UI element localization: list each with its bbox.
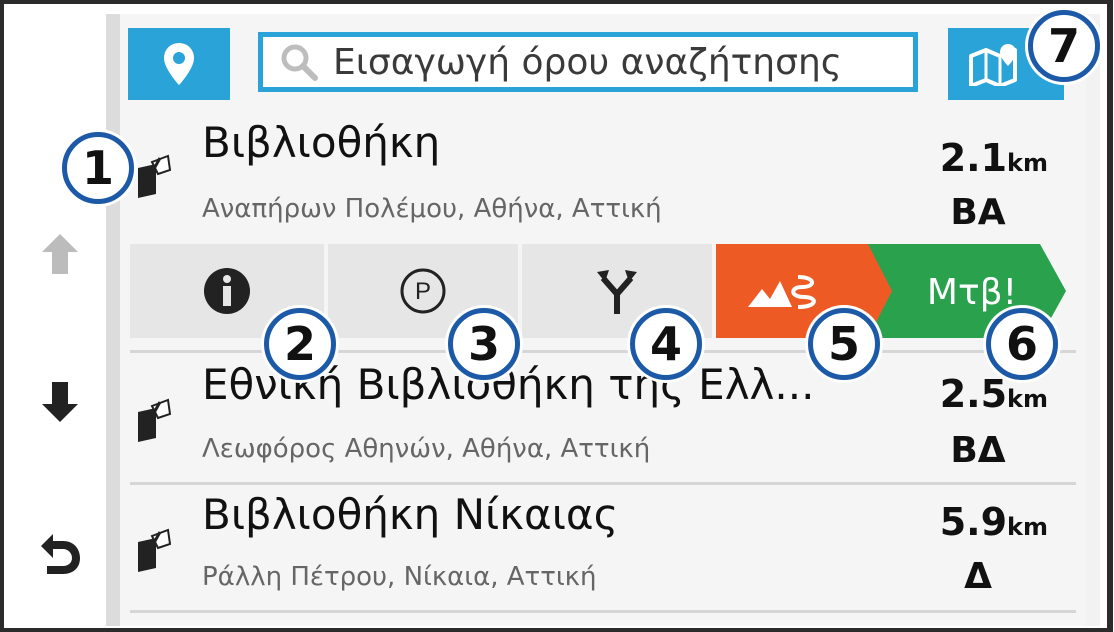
result-distance: 2.1km: [939, 136, 1048, 180]
action-bar: P Μτβ!: [120, 244, 1086, 338]
search-icon: [281, 44, 318, 81]
result-name: Βιβλιοθήκη: [202, 118, 441, 167]
row-divider: [130, 482, 1076, 485]
back-button[interactable]: [24, 518, 96, 590]
callout-7: 7: [1028, 10, 1100, 82]
arrow-down-icon: [42, 382, 78, 422]
search-placeholder: Εισαγωγή όρου αναζήτησης: [333, 41, 842, 83]
callout-2: 2: [264, 308, 336, 380]
route-fork-icon: [597, 270, 637, 314]
results-panel: Εισαγωγή όρου αναζήτησης Βιβλιοθήκη Αναπ…: [120, 14, 1086, 626]
callout-1: 1: [62, 132, 134, 204]
result-name: Βιβλιοθήκη Νίκαιας: [202, 490, 619, 539]
result-distance: 5.9km: [939, 500, 1048, 544]
top-bar: Εισαγωγή όρου αναζήτησης: [120, 14, 1086, 110]
back-arrow-icon: [41, 534, 80, 574]
result-direction: ΒΑ: [950, 192, 1006, 233]
result-direction: Δ: [964, 556, 992, 597]
callout-4: 4: [630, 308, 702, 380]
map-icon: [969, 44, 1017, 86]
callout-3: 3: [448, 308, 520, 380]
result-row-3[interactable]: Βιβλιοθήκη Νίκαιας Ράλλη Πέτρου, Νίκαια,…: [120, 486, 1086, 610]
arrow-up-icon: [42, 234, 78, 274]
row-divider: [130, 610, 1076, 613]
destination-flag-icon: [138, 528, 172, 572]
location-button[interactable]: [128, 28, 230, 100]
go-button[interactable]: Μτβ!: [868, 244, 1086, 338]
result-address: Αναπήρων Πολέμου, Αθήνα, Αττική: [202, 194, 662, 224]
location-pin-icon: [164, 43, 194, 85]
callout-5: 5: [808, 308, 880, 380]
parking-icon: P: [400, 268, 446, 314]
scroll-down-button[interactable]: [24, 366, 96, 438]
info-icon: [204, 268, 250, 314]
go-label: Μτβ!: [927, 272, 1017, 313]
result-row-2[interactable]: Εθνική Βιβλιοθήκη της Ελλ... Λεωφόρος Αθ…: [120, 354, 1086, 482]
nav-divider: [106, 14, 120, 626]
svg-text:P: P: [415, 278, 431, 305]
destination-flag-icon: [138, 154, 172, 198]
result-address: Ράλλη Πέτρου, Νίκαια, Αττική: [202, 562, 597, 592]
callout-6: 6: [986, 308, 1058, 380]
result-row-1[interactable]: Βιβλιοθήκη Αναπήρων Πολέμου, Αθήνα, Αττι…: [120, 110, 1086, 244]
destination-flag-icon: [138, 398, 172, 442]
result-direction: ΒΔ: [950, 430, 1006, 471]
scroll-up-button[interactable]: [24, 218, 96, 290]
curvy-road-icon: [748, 275, 816, 309]
search-input[interactable]: Εισαγωγή όρου αναζήτησης: [258, 32, 918, 92]
result-address: Λεωφόρος Αθηνών, Αθήνα, Αττική: [202, 434, 651, 464]
